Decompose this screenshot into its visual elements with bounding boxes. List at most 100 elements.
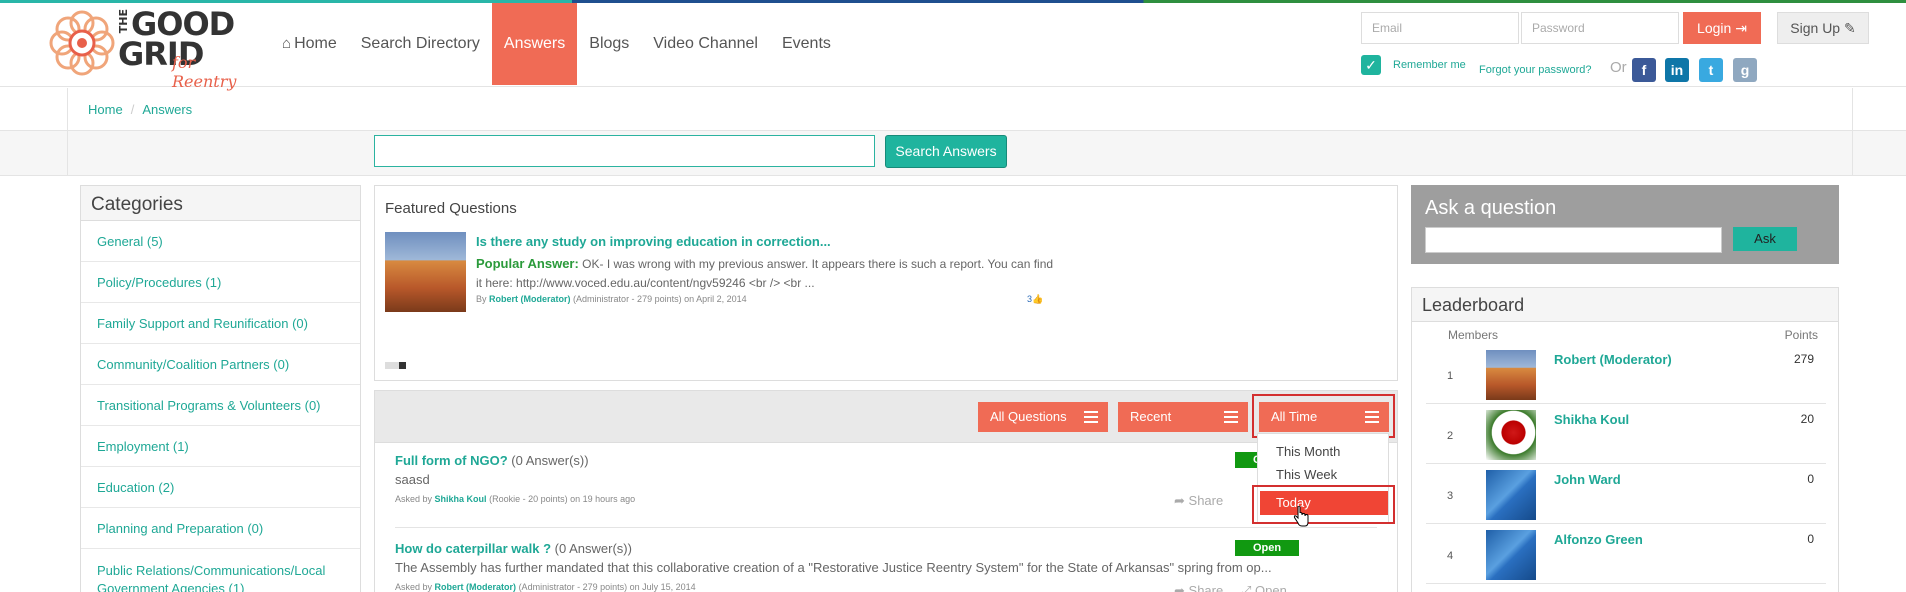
member-name-link[interactable]: Alfonzo Green xyxy=(1554,532,1643,547)
featured-author-meta: (Administrator - 279 points) on April 2,… xyxy=(573,294,747,304)
dropdown-option-this-month[interactable]: This Month xyxy=(1276,444,1340,459)
carousel-dot[interactable] xyxy=(385,362,392,369)
menu-icon xyxy=(1224,411,1238,423)
menu-icon xyxy=(1084,411,1098,423)
rank: 3 xyxy=(1447,490,1454,502)
avatar[interactable] xyxy=(1486,410,1536,460)
remember-me[interactable]: ✓ Remember me xyxy=(1361,55,1466,75)
nav-video-channel[interactable]: Video Channel xyxy=(641,3,770,85)
leaderboard-panel: Leaderboard Members Points 1 Robert (Mod… xyxy=(1411,287,1839,592)
ask-question-title: Ask a question xyxy=(1425,197,1557,219)
nav-home-label: Home xyxy=(294,35,337,52)
member-points: 20 xyxy=(1800,412,1814,426)
open-button[interactable]: ⤢ Open xyxy=(1241,583,1287,592)
google-icon[interactable]: g xyxy=(1733,58,1757,82)
ask-button[interactable]: Ask xyxy=(1733,227,1797,251)
questions-panel: All Questions Recent All Time Full form … xyxy=(374,390,1398,592)
question-item: How do caterpillar walk ? (0 Answer(s)) … xyxy=(395,541,1295,592)
category-item[interactable]: Family Support and Reunification (0) xyxy=(81,303,360,344)
featured-question-link[interactable]: Is there any study on improving educatio… xyxy=(476,234,831,249)
breadcrumb-row: Home / Answers xyxy=(0,88,1906,131)
nav-blogs[interactable]: Blogs xyxy=(577,3,641,85)
carousel-dot-active[interactable] xyxy=(399,362,406,369)
nav-events[interactable]: Events xyxy=(770,3,843,85)
share-button[interactable]: ➦ Share xyxy=(1174,493,1223,509)
twitter-glyph: t xyxy=(1708,62,1714,78)
question-title-text: How do caterpillar walk ? xyxy=(395,541,552,556)
question-title-text: Full form of NGO? xyxy=(395,453,508,468)
main-nav: ⌂ Home Search Directory Answers Blogs Vid… xyxy=(270,3,843,85)
search-answers-input[interactable] xyxy=(374,135,875,167)
email-field[interactable]: Email xyxy=(1361,12,1519,44)
featured-votes[interactable]: 3👍 xyxy=(1027,294,1043,305)
category-item[interactable]: Policy/Procedures (1) xyxy=(81,262,360,303)
question-body: The Assembly has further mandated that t… xyxy=(395,560,1272,575)
breadcrumb: Home / Answers xyxy=(88,102,192,117)
breadcrumb-home[interactable]: Home xyxy=(88,102,123,117)
category-item[interactable]: Transitional Programs & Volunteers (0) xyxy=(81,385,360,426)
signup-button[interactable]: Sign Up ✎ xyxy=(1777,12,1869,44)
linkedin-icon[interactable]: in xyxy=(1665,58,1689,82)
featured-author-link[interactable]: Robert (Moderator) xyxy=(489,294,571,304)
password-field[interactable]: Password xyxy=(1521,12,1679,44)
category-item[interactable]: Public Relations/Communications/Local Go… xyxy=(81,549,360,592)
all-questions-filter[interactable]: All Questions xyxy=(978,402,1108,432)
points-column-header: Points xyxy=(1784,328,1818,342)
recent-label: Recent xyxy=(1130,409,1172,424)
logo-flower-icon xyxy=(49,10,115,76)
all-questions-label: All Questions xyxy=(990,409,1067,424)
member-name-link[interactable]: John Ward xyxy=(1554,472,1621,487)
ask-question-input[interactable] xyxy=(1425,227,1722,253)
status-badge: Open xyxy=(1235,540,1299,556)
search-answers-button[interactable]: Search Answers xyxy=(885,135,1007,168)
question-title[interactable]: Full form of NGO? (0 Answer(s)) xyxy=(395,453,1295,468)
carousel-dots xyxy=(385,362,406,369)
question-author-link[interactable]: Robert (Moderator) xyxy=(435,582,517,592)
facebook-glyph: f xyxy=(1641,62,1647,78)
site-logo[interactable]: THEGOOD GRID for Reentry xyxy=(48,5,264,91)
question-author-link[interactable]: Shikha Koul xyxy=(435,494,487,504)
divider xyxy=(67,131,68,176)
asked-by-label: Asked by xyxy=(395,494,433,504)
member-name-link[interactable]: Shikha Koul xyxy=(1554,412,1629,427)
carousel-dot[interactable] xyxy=(392,362,399,369)
expand-icon: ⤢ xyxy=(1241,583,1252,592)
question-author-meta: (Administrator - 279 points) on July 15,… xyxy=(518,582,696,592)
twitter-icon[interactable]: t xyxy=(1699,58,1723,82)
rank: 4 xyxy=(1447,550,1454,562)
home-icon: ⌂ xyxy=(282,35,292,52)
member-name-link[interactable]: Robert (Moderator) xyxy=(1554,352,1672,367)
nav-home[interactable]: ⌂ Home xyxy=(270,3,349,85)
category-item[interactable]: Employment (1) xyxy=(81,426,360,467)
category-item[interactable]: Planning and Preparation (0) xyxy=(81,508,360,549)
rank: 2 xyxy=(1447,430,1454,442)
category-item[interactable]: General (5) xyxy=(81,221,360,262)
leaderboard-title: Leaderboard xyxy=(1412,288,1838,322)
share-button[interactable]: ➦ Share xyxy=(1174,583,1223,592)
facebook-icon[interactable]: f xyxy=(1632,58,1656,82)
avatar[interactable] xyxy=(1486,470,1536,520)
leaderboard-row: 1 Robert (Moderator) 279 xyxy=(1426,344,1826,404)
by-prefix: By xyxy=(476,294,487,304)
nav-search-directory[interactable]: Search Directory xyxy=(349,3,492,85)
hand-cursor-icon xyxy=(1293,506,1309,527)
avatar[interactable] xyxy=(1486,530,1536,580)
nav-answers[interactable]: Answers xyxy=(491,3,578,85)
linkedin-glyph: in xyxy=(1670,62,1684,78)
remember-checkbox[interactable]: ✓ xyxy=(1361,55,1381,75)
login-button[interactable]: Login ⇥ xyxy=(1683,12,1761,44)
recent-filter[interactable]: Recent xyxy=(1118,402,1248,432)
question-title[interactable]: How do caterpillar walk ? (0 Answer(s)) xyxy=(395,541,1295,556)
avatar[interactable] xyxy=(1486,350,1536,400)
category-item[interactable]: Education (2) xyxy=(81,467,360,508)
leaderboard-row: 3 John Ward 0 xyxy=(1426,464,1826,524)
category-item[interactable]: Community/Coalition Partners (0) xyxy=(81,344,360,385)
forgot-password-link[interactable]: Forgot your password? xyxy=(1479,64,1592,76)
leaderboard-header: Members Points xyxy=(1448,328,1818,342)
featured-thumbnail[interactable] xyxy=(385,232,466,312)
question-item: Full form of NGO? (0 Answer(s)) saasd As… xyxy=(395,453,1295,504)
dropdown-option-this-week[interactable]: This Week xyxy=(1276,467,1337,482)
breadcrumb-current[interactable]: Answers xyxy=(142,102,192,117)
highlight-box xyxy=(1252,485,1395,524)
categories-list: General (5) Policy/Procedures (1) Family… xyxy=(81,221,360,592)
